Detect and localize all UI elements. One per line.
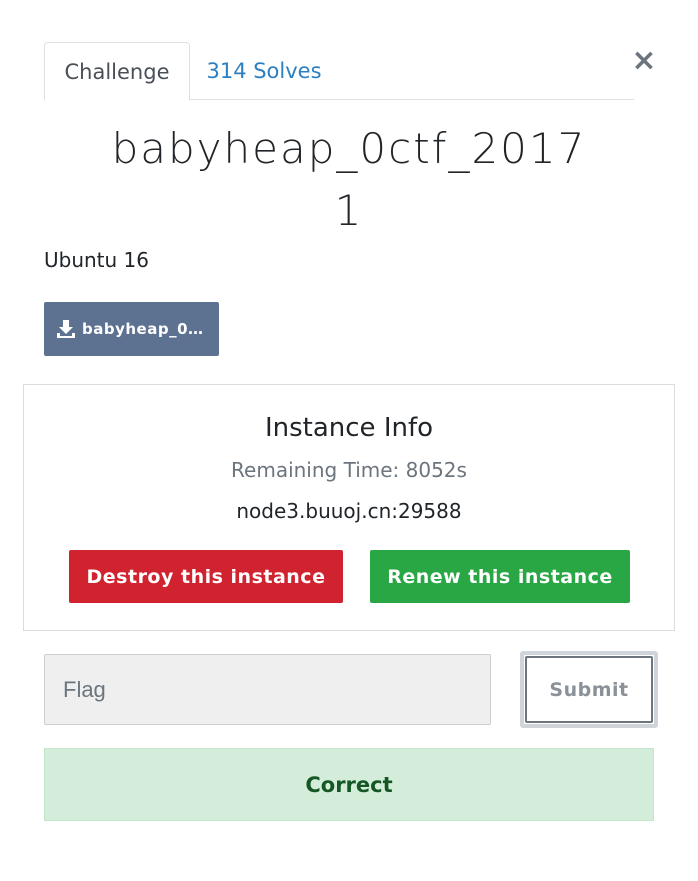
submit-button[interactable]: Submit: [525, 656, 653, 723]
submit-focus-ring: Submit: [520, 651, 658, 728]
challenge-title-line1: babyheap_0ctf_2017: [111, 124, 587, 173]
tab-solves[interactable]: 314 Solves: [196, 42, 332, 100]
tab-challenge[interactable]: Challenge: [44, 42, 190, 101]
close-icon[interactable]: ×: [630, 44, 658, 78]
flag-input[interactable]: [44, 654, 491, 725]
instance-host: node3.buuoj.cn:29588: [236, 499, 462, 523]
instance-info-panel: Instance Info Remaining Time: 8052s node…: [23, 384, 675, 631]
destroy-instance-button[interactable]: Destroy this instance: [69, 550, 343, 603]
challenge-title-line2: 1: [334, 186, 364, 235]
download-file-button[interactable]: babyheap_0c...: [44, 302, 219, 356]
challenge-tabs: Challenge 314 Solves: [44, 42, 634, 101]
result-alert: Correct: [44, 748, 654, 821]
instance-title: Instance Info: [264, 413, 434, 443]
renew-instance-button[interactable]: Renew this instance: [370, 550, 630, 603]
remaining-time: Remaining Time: 8052s: [231, 458, 467, 482]
challenge-description: Ubuntu 16: [44, 248, 150, 272]
download-icon: [57, 320, 75, 338]
challenge-title: babyheap_0ctf_2017 1: [44, 118, 654, 242]
file-name-label: babyheap_0c...: [82, 320, 212, 338]
